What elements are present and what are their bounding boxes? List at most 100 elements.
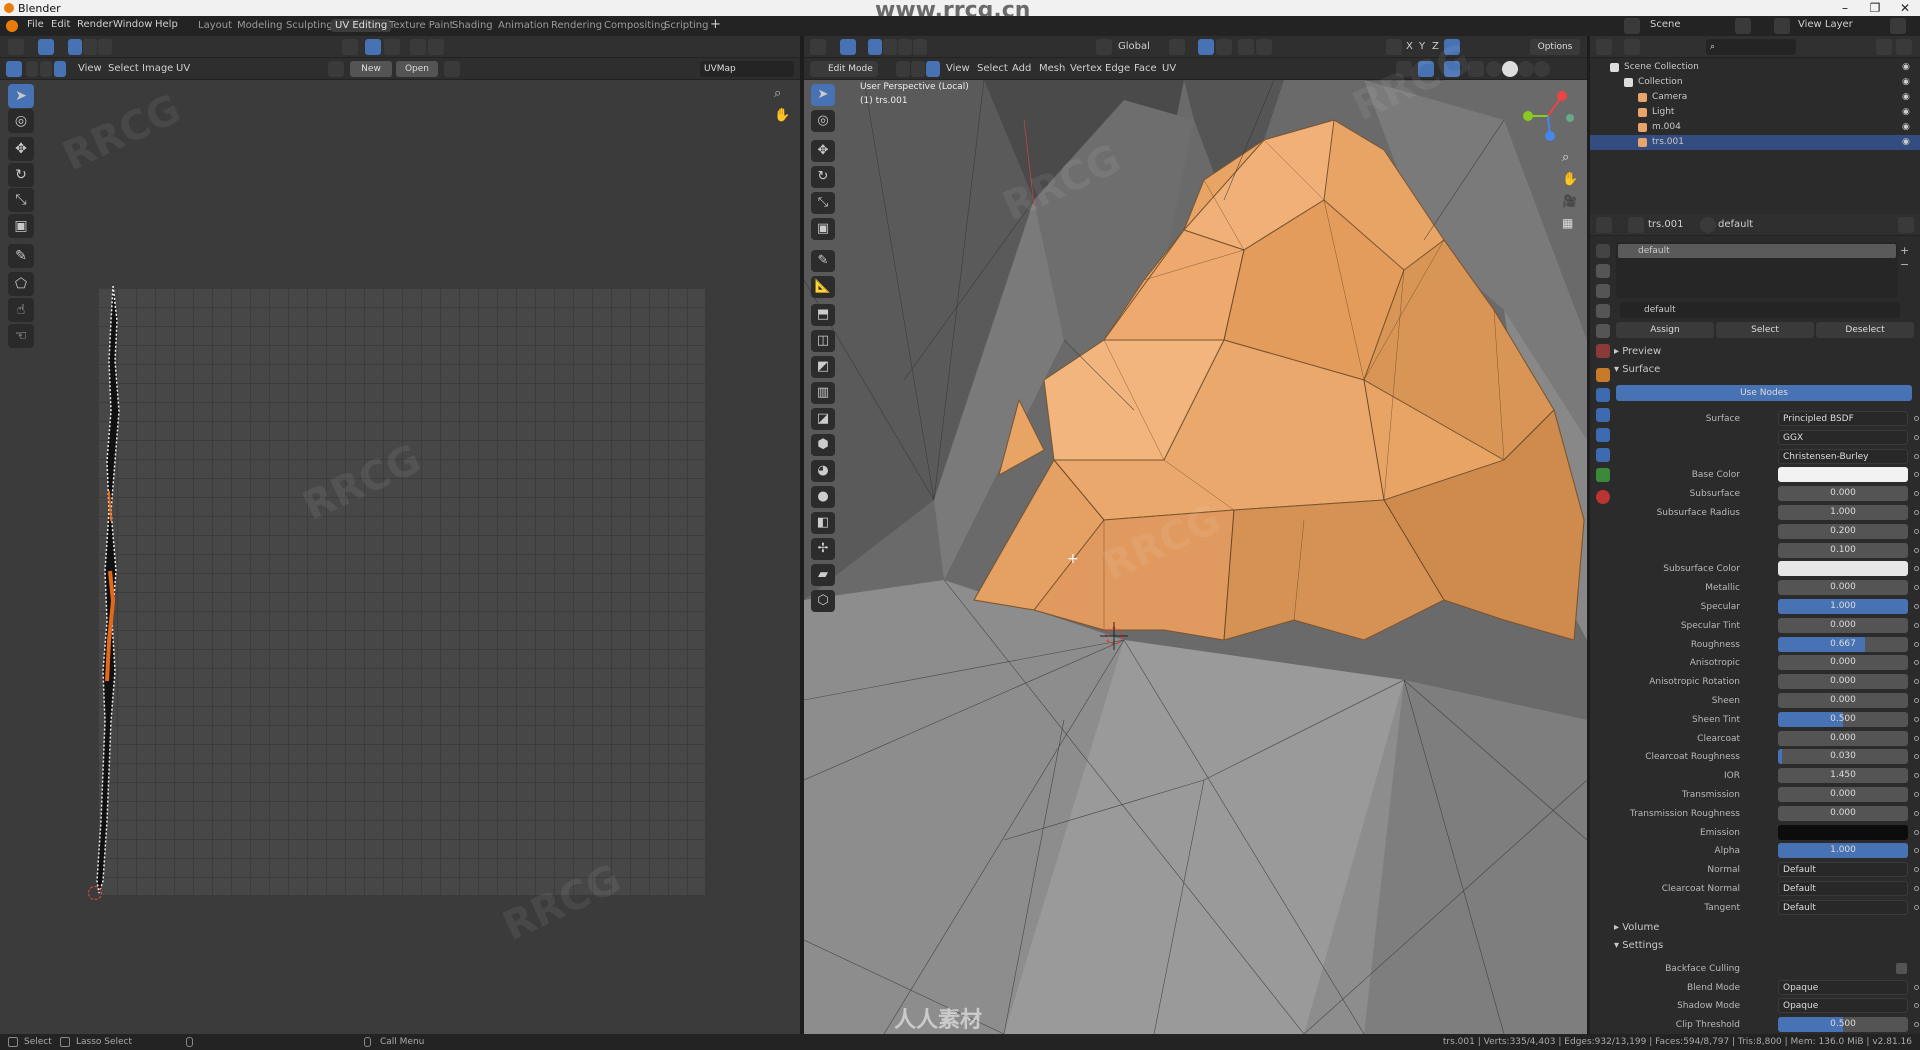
vp-smooth-tool-icon[interactable]: ● [811, 486, 835, 508]
keyframe-dot-icon[interactable] [1914, 848, 1919, 854]
visibility-eye-icon[interactable]: ◉ [1902, 60, 1910, 75]
uv-menu-image[interactable]: Image [142, 63, 173, 74]
navigation-gizmo[interactable] [1518, 86, 1578, 146]
tab-shading[interactable]: Shading [448, 19, 497, 32]
property-field[interactable]: 0.000 [1778, 730, 1908, 746]
uv-menu-select[interactable]: Select [108, 63, 139, 74]
vp-scale-tool-icon[interactable]: ⤡ [811, 192, 835, 214]
menu-window[interactable]: Window [113, 19, 152, 30]
uv-pinch-tool-icon[interactable]: ☜ [8, 324, 34, 348]
camera-view-icon[interactable]: 🎥 [1562, 194, 1577, 208]
mode-extend-icon[interactable] [883, 39, 897, 55]
material-name-field[interactable]: default [1620, 302, 1900, 318]
vp-select-tool-icon[interactable]: ➤ [811, 84, 835, 106]
property-field[interactable]: Default [1778, 899, 1908, 915]
proportional-edit-icon[interactable] [1238, 39, 1254, 55]
viewport-editor-type-icon[interactable] [810, 39, 826, 55]
keyframe-dot-icon[interactable] [1914, 660, 1919, 666]
pivot-point-icon[interactable] [1169, 39, 1185, 55]
uv-menu-uv[interactable]: UV [176, 63, 190, 74]
settings-section[interactable]: ▾ Settings [1614, 940, 1663, 951]
visibility-eye-icon[interactable]: ◉ [1902, 75, 1910, 90]
keyframe-dot-icon[interactable] [1914, 1021, 1919, 1027]
vp-loopcut-tool-icon[interactable]: ▥ [811, 382, 835, 404]
pin-properties-icon[interactable] [1898, 217, 1914, 233]
edge-select-icon[interactable] [83, 39, 97, 55]
mode-subtract-icon[interactable] [898, 39, 912, 55]
property-field[interactable]: 0.000 [1778, 693, 1908, 708]
world-tab-icon[interactable] [1596, 344, 1610, 358]
material-slot-list[interactable]: default [1616, 242, 1898, 298]
keyframe-dot-icon[interactable] [1914, 641, 1919, 647]
property-field[interactable] [1778, 467, 1908, 483]
axis-x-label[interactable]: X [1406, 41, 1413, 52]
keyframe-dot-icon[interactable] [1914, 472, 1919, 478]
keyframe-dot-icon[interactable] [1914, 792, 1919, 797]
property-field[interactable]: 0.500 [1778, 1016, 1908, 1032]
property-field[interactable]: 0.000 [1778, 805, 1908, 821]
open-image-button[interactable]: Open [396, 61, 438, 77]
vp-move-tool-icon[interactable]: ✥ [811, 140, 835, 162]
solid-shading-icon[interactable] [1502, 61, 1518, 77]
keyframe-dot-icon[interactable] [1914, 679, 1919, 685]
property-field[interactable]: 0.200 [1778, 523, 1908, 539]
keyframe-dot-icon[interactable] [1914, 434, 1919, 440]
keyframe-dot-icon[interactable] [1914, 510, 1919, 515]
new-collection-icon[interactable] [1896, 39, 1912, 55]
vp-menu-vertex[interactable]: Vertex [1070, 63, 1102, 74]
vp-extrude-tool-icon[interactable]: ⬒ [811, 304, 835, 326]
property-field[interactable]: 1.000 [1778, 843, 1908, 859]
rendered-shading-icon[interactable] [1534, 61, 1550, 77]
new-scene-icon[interactable] [1735, 18, 1751, 34]
tab-sculpting[interactable]: Sculpting [282, 19, 337, 32]
material-slot-item[interactable]: default [1618, 244, 1896, 258]
keyframe-dot-icon[interactable] [1914, 716, 1919, 722]
vp-transform-tool-icon[interactable]: ▣ [811, 218, 835, 240]
tab-scripting[interactable]: Scripting [660, 19, 712, 32]
vp-rip-tool-icon[interactable]: ⬡ [811, 590, 835, 612]
outliner-editor-icon[interactable] [1596, 39, 1612, 55]
tab-texture-paint[interactable]: Texture Paint [385, 19, 458, 32]
keyframe-dot-icon[interactable] [1914, 810, 1919, 816]
property-field[interactable]: 0.000 [1778, 580, 1908, 596]
keyframe-dot-icon[interactable] [1914, 1003, 1919, 1008]
property-field[interactable] [1778, 561, 1908, 577]
menu-help[interactable]: Help [155, 19, 178, 30]
new-view-layer-icon[interactable] [1890, 18, 1906, 34]
property-field[interactable]: 0.667 [1778, 636, 1908, 652]
tool-tab-icon[interactable] [1596, 244, 1610, 258]
outliner-item[interactable]: m.004 ◉ [1590, 120, 1920, 135]
property-field[interactable]: 0.100 [1778, 542, 1908, 558]
vp-cursor-tool-icon[interactable]: ◎ [811, 110, 835, 132]
property-field[interactable] [1778, 824, 1908, 840]
mesh-canvas[interactable] [804, 80, 1587, 1034]
blender-menu-icon[interactable] [6, 20, 18, 32]
select-mode-icon[interactable] [38, 39, 54, 55]
vp-knife-tool-icon[interactable]: ◪ [811, 408, 835, 430]
deselect-button[interactable]: Deselect [1816, 322, 1914, 338]
uv-annotate-tool-icon[interactable]: ✎ [8, 244, 34, 268]
scene-name[interactable]: Scene [1650, 19, 1681, 30]
property-field[interactable]: Christensen-Burley [1778, 448, 1908, 464]
tab-uv-editing[interactable]: UV Editing [331, 19, 392, 32]
menu-render[interactable]: Render [77, 19, 113, 30]
keyframe-dot-icon[interactable] [1914, 984, 1919, 990]
property-field[interactable]: 1.000 [1778, 599, 1908, 614]
tab-modeling[interactable]: Modeling [233, 19, 287, 32]
proportional-icon[interactable] [410, 39, 426, 55]
uv-mode-icon[interactable] [6, 61, 22, 77]
outliner-item[interactable]: Camera ◉ [1590, 90, 1920, 105]
vp-rotate-tool-icon[interactable]: ↻ [811, 166, 835, 188]
orientation-label[interactable]: Global [1118, 41, 1150, 52]
minimize-icon[interactable]: – [1830, 0, 1860, 16]
close-icon[interactable]: ✕ [1890, 0, 1920, 16]
scene-tab-icon[interactable] [1596, 324, 1610, 338]
mode-new-icon[interactable] [868, 39, 882, 55]
uv-transform-tool-icon[interactable]: ▣ [8, 214, 34, 238]
vp-inset-tool-icon[interactable]: ◫ [811, 330, 835, 352]
mode-dropdown[interactable]: Edit Mode [810, 61, 878, 77]
uv-select-vertex-icon[interactable] [26, 61, 38, 77]
view-layer-tab-icon[interactable] [1596, 304, 1610, 318]
proportional-falloff-icon[interactable] [1256, 39, 1272, 55]
volume-section[interactable]: ▸ Volume [1614, 922, 1659, 933]
